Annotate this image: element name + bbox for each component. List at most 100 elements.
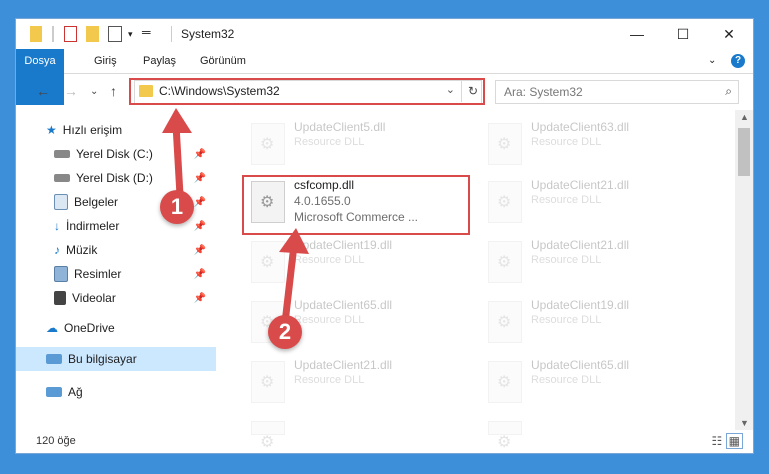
file-desc: Resource DLL	[531, 254, 602, 266]
file-name: UpdateClient63.dll	[531, 120, 630, 134]
list-item[interactable]: UpdateClient19.dll Resource DLL	[483, 296, 713, 352]
folder-icon	[30, 26, 42, 42]
pictures-icon	[54, 266, 68, 282]
pin-icon[interactable]: 📌	[194, 245, 206, 256]
scroll-down-icon[interactable]: ▼	[740, 418, 749, 428]
tab-view[interactable]: Görünüm	[200, 49, 246, 73]
status-bar: 120 öğe ☷ ▦	[16, 430, 753, 453]
pin-icon[interactable]: 📌	[194, 221, 206, 232]
search-box[interactable]: Ara: System32 ⌕	[495, 80, 739, 104]
file-desc: Resource DLL	[294, 254, 365, 266]
large-icons-view-icon[interactable]: ▦	[725, 433, 743, 449]
search-icon: ⌕	[725, 84, 732, 98]
list-item[interactable]: UpdateClient21.dll Resource DLL	[483, 176, 713, 232]
dll-file-icon	[488, 361, 522, 403]
quick-access-icon[interactable]	[108, 26, 122, 42]
scroll-up-icon[interactable]: ▲	[740, 112, 749, 122]
list-item[interactable]: UpdateClient21.dll Resource DLL	[483, 236, 713, 292]
file-name: UpdateClient19.dll	[531, 298, 630, 312]
minimize-button[interactable]: —	[614, 19, 660, 49]
sidebar-item-pictures[interactable]: Resimler 📌	[54, 262, 214, 286]
new-folder-icon[interactable]	[86, 26, 99, 42]
sidebar-item-label: Müzik	[66, 243, 98, 257]
dll-file-icon	[251, 241, 285, 283]
sidebar-item-this-pc[interactable]: Bu bilgisayar	[16, 347, 216, 371]
list-item[interactable]: UpdateClient21.dll Resource DLL	[246, 356, 476, 412]
sidebar-item-label: Ağ	[68, 385, 83, 399]
vertical-scrollbar[interactable]: ▲ ▼	[735, 110, 753, 430]
file-highlight-box	[242, 175, 470, 235]
sidebar-item-onedrive[interactable]: ☁ OneDrive	[46, 316, 216, 340]
list-item[interactable]: UpdateClient63.dll Resource DLL	[483, 118, 713, 174]
sidebar-item-label: Bu bilgisayar	[68, 352, 137, 366]
file-desc: Resource DLL	[531, 194, 602, 206]
chevron-down-icon[interactable]: ▾	[128, 29, 133, 45]
explorer-window: ▾ ═ System32 — ☐ ✕ Dosya Giriş Paylaş Gö…	[15, 18, 754, 454]
pin-toolbar-icon[interactable]: ═	[142, 25, 151, 41]
file-desc: Resource DLL	[531, 136, 602, 148]
back-arrow-icon[interactable]: ←	[36, 83, 50, 99]
callout-2: 2	[268, 315, 302, 349]
file-desc: Resource DLL	[294, 136, 365, 148]
scrollbar-thumb[interactable]	[738, 128, 750, 176]
documents-icon	[54, 194, 68, 210]
tab-home[interactable]: Giriş	[94, 49, 117, 73]
up-arrow-icon[interactable]: ↑	[110, 83, 117, 99]
list-item[interactable]: UpdateClient19.dll Resource DLL	[246, 236, 476, 292]
sidebar-item-drive-d[interactable]: Yerel Disk (D:) 📌	[54, 166, 214, 190]
sidebar-item-drive-c[interactable]: Yerel Disk (C:) 📌	[54, 142, 214, 166]
pin-icon[interactable]: 📌	[194, 293, 206, 304]
tab-share[interactable]: Paylaş	[143, 49, 176, 73]
recent-locations-icon[interactable]: ⌄	[90, 86, 98, 97]
file-list: UpdateClient5.dll Resource DLL UpdateCli…	[221, 110, 737, 452]
sidebar-item-videos[interactable]: Videolar 📌	[54, 286, 214, 310]
item-count: 120 öğe	[36, 435, 76, 447]
file-name: UpdateClient19.dll	[294, 238, 393, 252]
maximize-button[interactable]: ☐	[660, 19, 706, 49]
music-icon: ♪	[54, 243, 60, 257]
sidebar-item-music[interactable]: ♪ Müzik 📌	[54, 238, 214, 262]
sidebar-item-label: Belgeler	[74, 195, 119, 209]
list-item[interactable]	[483, 416, 713, 452]
view-toggle[interactable]: ☷ ▦	[712, 433, 743, 449]
list-item[interactable]: UpdateClient5.dll Resource DLL	[246, 118, 476, 174]
download-icon: ↓	[54, 219, 60, 233]
sidebar-item-label: Yerel Disk (C:)	[76, 147, 153, 161]
cloud-icon: ☁	[46, 321, 58, 335]
videos-icon	[54, 291, 66, 305]
details-view-icon[interactable]: ☷	[712, 434, 723, 448]
properties-icon[interactable]	[64, 26, 77, 42]
help-icon[interactable]: ?	[731, 54, 745, 68]
file-desc: Resource DLL	[294, 374, 365, 386]
list-item[interactable]	[246, 416, 476, 452]
file-desc: Resource DLL	[531, 374, 602, 386]
window-title: System32	[181, 27, 235, 41]
navigation-pane: ★ Hızlı erişim Yerel Disk (C:) 📌 Yerel D…	[16, 110, 221, 430]
search-placeholder: Ara: System32	[504, 85, 583, 99]
address-highlight-box	[129, 78, 485, 105]
close-button[interactable]: ✕	[706, 19, 752, 49]
list-item[interactable]: UpdateClient65.dll Resource DLL	[483, 356, 713, 412]
forward-arrow-icon[interactable]: →	[64, 83, 78, 99]
pin-icon[interactable]: 📌	[194, 197, 206, 208]
network-icon	[46, 387, 62, 397]
divider	[52, 26, 54, 42]
dll-file-icon	[251, 361, 285, 403]
sidebar-item-network[interactable]: Ağ	[46, 380, 216, 404]
drive-icon	[54, 174, 70, 182]
close-icon: ✕	[723, 25, 735, 42]
dll-file-icon	[488, 241, 522, 283]
file-name: UpdateClient65.dll	[294, 298, 393, 312]
file-name: UpdateClient5.dll	[294, 120, 386, 134]
pin-icon[interactable]: 📌	[194, 269, 206, 280]
pin-icon[interactable]: 📌	[194, 173, 206, 184]
sidebar-item-label: İndirmeler	[66, 219, 120, 233]
sidebar-item-label: Yerel Disk (D:)	[76, 171, 153, 185]
pin-icon[interactable]: 📌	[194, 149, 206, 160]
maximize-icon: ☐	[676, 25, 690, 42]
sidebar-item-quick-access[interactable]: ★ Hızlı erişim	[46, 118, 246, 142]
dll-file-icon	[251, 123, 285, 165]
computer-icon	[46, 354, 62, 364]
minimize-icon: —	[630, 26, 644, 42]
chevron-down-icon[interactable]: ⌄	[708, 49, 716, 73]
